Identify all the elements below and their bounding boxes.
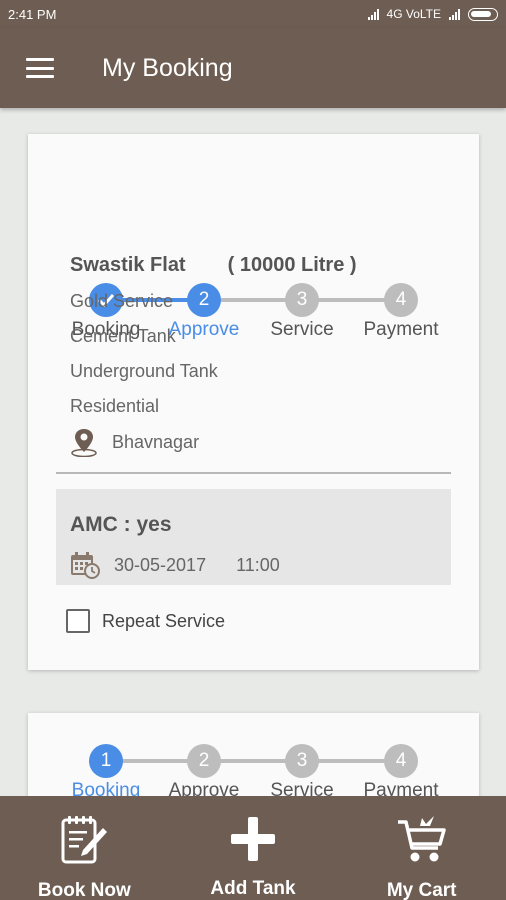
amc-section: AMC : yes 30-05-2017 11:00 bbox=[56, 489, 451, 585]
add-tank-button[interactable]: Add Tank bbox=[169, 796, 338, 900]
step-payment-circle: 4 bbox=[384, 744, 418, 778]
schedule-row: 30-05-2017 11:00 bbox=[70, 551, 435, 579]
my-cart-button[interactable]: My Cart bbox=[337, 796, 506, 900]
repeat-service-checkbox[interactable] bbox=[66, 609, 90, 633]
repeat-service-label: Repeat Service bbox=[102, 610, 226, 631]
booking-card[interactable]: 2 3 4 Booking Approve Service Payment Sw… bbox=[28, 134, 479, 670]
page-title: My Booking bbox=[102, 53, 233, 82]
city-name: Bhavnagar bbox=[112, 431, 200, 452]
divider bbox=[56, 472, 451, 474]
signal-icon bbox=[367, 8, 379, 20]
book-now-label: Book Now bbox=[37, 880, 131, 900]
step-booking-circle: 1 bbox=[89, 744, 123, 778]
cart-icon bbox=[397, 816, 446, 862]
step-service-circle: 3 bbox=[285, 744, 319, 778]
tank-location: Underground Tank bbox=[70, 361, 218, 381]
bottom-nav: Book Now Add Tank My Cart bbox=[0, 796, 506, 900]
tank-capacity: ( 10000 Litre ) bbox=[227, 254, 357, 276]
location-pin-icon bbox=[71, 429, 97, 457]
service-time: 11:00 bbox=[236, 554, 280, 575]
location-row: Bhavnagar bbox=[70, 427, 449, 457]
menu-icon[interactable] bbox=[26, 58, 54, 78]
amc-status: AMC : yes bbox=[70, 513, 172, 536]
step-approve-circle: 2 bbox=[187, 744, 221, 778]
app-bar: My Booking bbox=[0, 28, 506, 108]
status-time: 2:41 PM bbox=[8, 6, 57, 22]
service-date: 30-05-2017 bbox=[114, 554, 207, 575]
my-cart-label: My Cart bbox=[386, 880, 457, 900]
tank-material: Cement Tank bbox=[70, 326, 176, 346]
booking-details: Swastik Flat ( 10000 Litre ) Gold Servic… bbox=[70, 254, 449, 457]
add-tank-label: Add Tank bbox=[210, 878, 296, 899]
notepad-pencil-icon bbox=[61, 816, 108, 864]
status-bar: 2:41 PM 4G VoLTE bbox=[0, 0, 506, 28]
plus-icon bbox=[231, 817, 275, 861]
property-name: Swastik Flat bbox=[70, 254, 186, 276]
repeat-service-row[interactable]: Repeat Service bbox=[66, 609, 225, 633]
calendar-clock-icon bbox=[71, 552, 100, 579]
book-now-button[interactable]: Book Now bbox=[0, 796, 169, 900]
service-plan: Gold Service bbox=[70, 291, 174, 311]
network-label: 4G VoLTE bbox=[386, 7, 441, 21]
battery-icon bbox=[468, 7, 498, 21]
property-category: Residential bbox=[70, 396, 160, 416]
signal-icon bbox=[449, 8, 460, 20]
